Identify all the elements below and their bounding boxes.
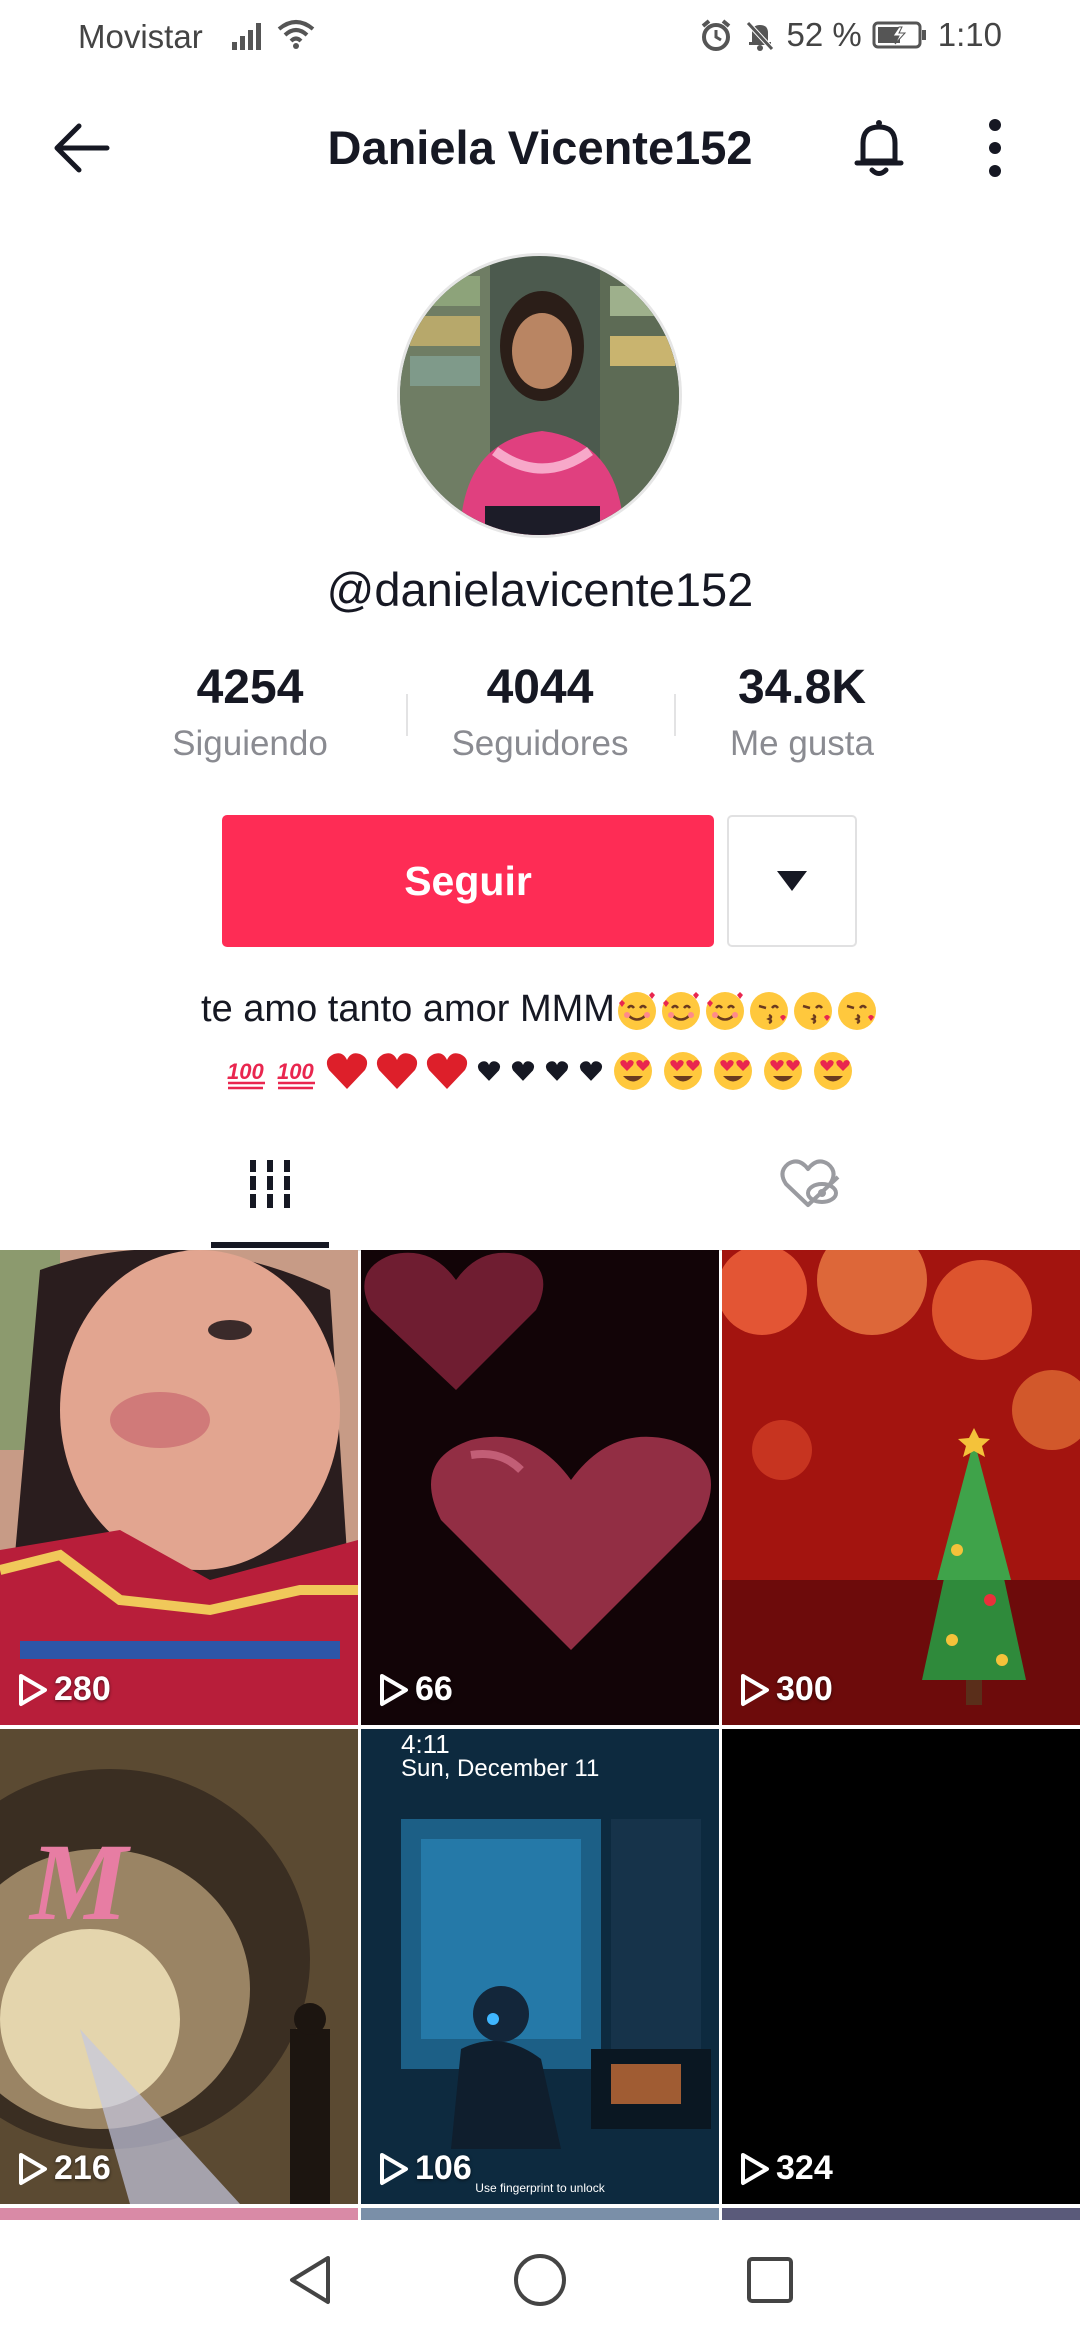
- emoji-red-heart-icon: [425, 1040, 469, 1098]
- emoji-kiss-icon: [835, 988, 879, 1030]
- mute-bell-icon: [743, 18, 777, 52]
- profile-bio: te amo tanto amor MMM 100 100: [60, 980, 1020, 1098]
- video-tile[interactable]: 300: [722, 1250, 1080, 1725]
- followers-count: 4044: [486, 661, 594, 714]
- nav-home-circle-icon: [514, 2254, 566, 2306]
- view-count-text: 324: [776, 2149, 833, 2187]
- emoji-heart-eyes-icon: [811, 1040, 855, 1098]
- likes-count: 34.8K: [737, 661, 867, 714]
- grid-videos-icon: [246, 1160, 294, 1208]
- emoji-heart-eyes-icon: [661, 1040, 705, 1098]
- stat-likes[interactable]: 34.8K Me gusta: [692, 658, 912, 764]
- play-outline-icon: [380, 1673, 408, 1706]
- emoji-kiss-icon: [747, 988, 791, 1030]
- alarm-icon: [699, 18, 733, 52]
- signal-icon: [232, 20, 268, 55]
- video-tile[interactable]: M 216: [0, 1729, 358, 2204]
- profile-header: Daniela Vicente152: [0, 90, 1080, 210]
- view-count: 216: [18, 2149, 111, 2188]
- profile-tabs: [0, 1120, 1080, 1251]
- play-outline-icon: [19, 1673, 47, 1706]
- emoji-black-heart-icon: [543, 1040, 571, 1098]
- emoji-kiss-icon: [791, 988, 835, 1030]
- emoji-black-heart-icon: [577, 1040, 605, 1098]
- emoji-heart-eyes-icon: [611, 1040, 655, 1098]
- follow-button[interactable]: Seguir: [222, 815, 714, 947]
- play-outline-icon: [741, 2152, 769, 2185]
- view-count: 300: [740, 1670, 833, 1709]
- nav-recents-square-icon: [747, 2257, 793, 2303]
- following-count: 4254: [196, 661, 304, 714]
- wifi-icon: [276, 17, 316, 56]
- emoji-smiling-hearts-icon: [703, 988, 747, 1030]
- status-bar: Movistar 52 % 1:10: [0, 0, 1080, 75]
- bell-icon: [854, 120, 904, 176]
- video-tile[interactable]: 324: [722, 1729, 1080, 2204]
- view-count: 280: [18, 1670, 111, 1709]
- avatar[interactable]: [397, 253, 682, 538]
- svg-text:100: 100: [227, 1059, 264, 1084]
- play-outline-icon: [19, 2152, 47, 2185]
- followers-label: Seguidores: [451, 724, 629, 763]
- clock-time: 1:10: [937, 16, 1002, 53]
- likes-label: Me gusta: [730, 724, 874, 763]
- suggested-accounts-button[interactable]: [727, 815, 857, 947]
- nav-home-button[interactable]: [510, 2250, 570, 2310]
- more-options-button[interactable]: [965, 112, 1025, 184]
- video-tile[interactable]: 66: [361, 1250, 719, 1725]
- emoji-red-heart-icon: [325, 1040, 369, 1098]
- emoji-smiling-hearts-icon: [659, 988, 703, 1030]
- tab-liked[interactable]: [540, 1120, 1080, 1248]
- video-tile[interactable]: 4:11 Sun, December 11 Use fingerprint to…: [361, 1729, 719, 2204]
- username: @danielavicente152: [326, 563, 754, 616]
- view-count-text: 300: [776, 1670, 833, 1708]
- view-count-text: 216: [54, 2149, 111, 2187]
- nav-recents-button[interactable]: [740, 2250, 800, 2310]
- battery-icon: [872, 20, 928, 50]
- system-nav-bar: [0, 2220, 1080, 2340]
- svg-text:M: M: [28, 1821, 131, 1943]
- emoji-red-heart-icon: [375, 1040, 419, 1098]
- bio-line-1: te amo tanto amor MMM: [60, 980, 1020, 1038]
- view-count-text: 280: [54, 1670, 111, 1708]
- view-count: 66: [379, 1670, 453, 1709]
- page-title: Daniela Vicente152: [327, 121, 753, 174]
- tab-videos[interactable]: [0, 1120, 540, 1248]
- emoji-black-heart-icon: [509, 1040, 537, 1098]
- stat-following[interactable]: 4254 Siguiendo: [140, 658, 360, 764]
- play-outline-icon: [380, 2152, 408, 2185]
- view-count: 106: [379, 2149, 472, 2188]
- following-label: Siguiendo: [172, 724, 328, 763]
- profile-stats: 4254 Siguiendo 4044 Seguidores 34.8K Me …: [140, 658, 940, 778]
- emoji-black-heart-icon: [475, 1040, 503, 1098]
- emoji-hundred-icon: 100: [225, 1040, 269, 1098]
- notifications-button[interactable]: [843, 112, 915, 184]
- svg-text:100: 100: [277, 1059, 314, 1084]
- bio-text: te amo tanto amor MMM: [201, 988, 615, 1030]
- triangle-down-icon: [777, 871, 807, 891]
- emoji-heart-eyes-icon: [761, 1040, 805, 1098]
- stat-divider: [674, 694, 676, 736]
- nav-back-button[interactable]: [280, 2250, 340, 2310]
- view-count: 324: [740, 2149, 833, 2188]
- emoji-hundred-icon: 100: [275, 1040, 319, 1098]
- tab-active-indicator: [211, 1242, 329, 1248]
- video-tile[interactable]: 280: [0, 1250, 358, 1725]
- stat-divider: [406, 694, 408, 736]
- stat-followers[interactable]: 4044 Seguidores: [430, 658, 650, 764]
- bio-line-2: 100 100: [60, 1040, 1020, 1098]
- more-vertical-icon: [989, 119, 1001, 177]
- play-outline-icon: [741, 1673, 769, 1706]
- emoji-smiling-hearts-icon: [615, 988, 659, 1030]
- carrier-name: Movistar: [78, 18, 203, 55]
- liked-hidden-icon: [780, 1159, 840, 1207]
- battery-percent: 52 %: [786, 16, 862, 53]
- view-count-text: 106: [415, 2149, 472, 2187]
- emoji-heart-eyes-icon: [711, 1040, 755, 1098]
- view-count-text: 66: [415, 1670, 453, 1708]
- lockscreen-date: Sun, December 11: [401, 1755, 600, 1782]
- nav-back-triangle-icon: [290, 2256, 330, 2304]
